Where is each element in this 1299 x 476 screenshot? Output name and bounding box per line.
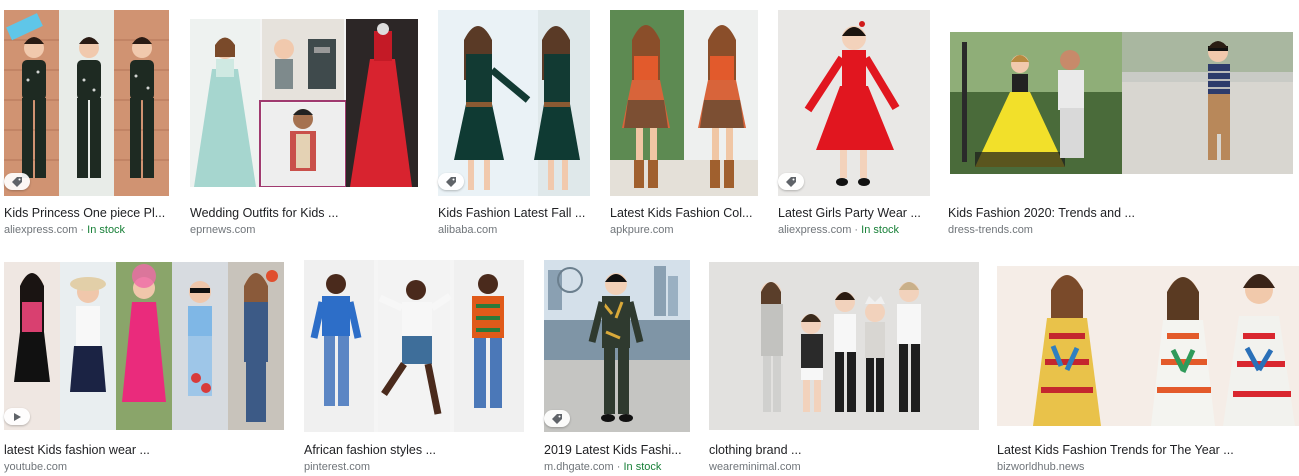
- play-icon: [14, 412, 21, 421]
- result-card[interactable]: Wedding Outfits for Kids ... eprnews.com: [186, 0, 418, 240]
- tag-icon: [446, 176, 456, 187]
- result-thumbnail[interactable]: [4, 10, 169, 196]
- result-title[interactable]: 2019 Latest Kids Fashi...: [544, 442, 686, 458]
- result-card[interactable]: Latest Kids Fashion Trends for The Year …: [993, 250, 1299, 476]
- result-card[interactable]: Kids Princess One piece Pl... aliexpress…: [0, 0, 170, 240]
- result-title[interactable]: Latest Kids Fashion Trends for The Year …: [997, 442, 1297, 458]
- result-title[interactable]: clothing brand ...: [709, 442, 977, 458]
- result-card[interactable]: Kids Fashion Latest Fall ... alibaba.com: [434, 0, 590, 240]
- result-card[interactable]: latest Kids fashion wear ... youtube.com: [0, 250, 290, 476]
- result-thumbnail[interactable]: [304, 260, 524, 432]
- result-thumbnail[interactable]: [190, 19, 418, 187]
- price-tag-badge: [778, 173, 804, 190]
- source-domain: pinterest.com: [304, 461, 371, 473]
- result-thumbnail[interactable]: [997, 266, 1299, 426]
- result-source: dress-trends.com: [948, 223, 1033, 237]
- result-title[interactable]: Wedding Outfits for Kids ...: [190, 205, 418, 221]
- source-domain: apkpure.com: [610, 224, 674, 236]
- result-thumbnail[interactable]: [544, 260, 690, 432]
- result-source: alibaba.com: [438, 223, 497, 237]
- source-domain: aliexpress.com: [4, 224, 78, 236]
- result-thumbnail[interactable]: [709, 262, 979, 430]
- video-badge: [4, 408, 30, 425]
- result-source: eprnews.com: [190, 223, 255, 237]
- result-card[interactable]: clothing brand ... weareminimal.com: [705, 250, 983, 476]
- source-domain: aliexpress.com: [778, 224, 852, 236]
- tag-icon: [786, 176, 796, 187]
- result-source: youtube.com: [4, 460, 67, 474]
- stock-status: In stock: [87, 224, 126, 236]
- result-title[interactable]: Latest Kids Fashion Col...: [610, 205, 756, 221]
- stock-status: In stock: [861, 224, 900, 236]
- price-tag-badge: [438, 173, 464, 190]
- source-domain: eprnews.com: [190, 224, 256, 236]
- result-source: weareminimal.com: [709, 460, 801, 474]
- result-source: pinterest.com: [304, 460, 370, 474]
- stock-status: In stock: [623, 461, 662, 473]
- source-domain: m.dhgate.com: [544, 461, 614, 473]
- result-card[interactable]: Latest Girls Party Wear ... aliexpress.c…: [774, 0, 930, 240]
- tag-icon: [12, 176, 22, 187]
- result-card[interactable]: Kids Fashion 2020: Trends and ... dress-…: [944, 0, 1299, 240]
- source-domain: alibaba.com: [438, 224, 498, 236]
- result-thumbnail[interactable]: [610, 10, 758, 196]
- result-source: m.dhgate.com · In stock: [544, 460, 661, 474]
- result-title[interactable]: African fashion styles ...: [304, 442, 524, 458]
- price-tag-badge: [4, 173, 30, 190]
- result-source: aliexpress.com · In stock: [778, 223, 899, 237]
- source-domain: youtube.com: [4, 461, 67, 473]
- result-title[interactable]: Kids Princess One piece Pl...: [4, 205, 169, 221]
- source-domain: dress-trends.com: [948, 224, 1033, 236]
- result-source: bizworldhub.news: [997, 460, 1084, 474]
- result-thumbnail[interactable]: [950, 32, 1293, 174]
- source-domain: weareminimal.com: [709, 461, 801, 473]
- separator: ·: [616, 461, 624, 473]
- tag-icon: [552, 413, 562, 424]
- result-thumbnail[interactable]: [4, 262, 284, 430]
- price-tag-badge: [544, 410, 570, 427]
- result-thumbnail[interactable]: [438, 10, 590, 196]
- source-domain: bizworldhub.news: [997, 461, 1085, 473]
- result-card[interactable]: 2019 Latest Kids Fashi... m.dhgate.com ·…: [540, 250, 690, 476]
- result-source: aliexpress.com · In stock: [4, 223, 125, 237]
- result-title[interactable]: Kids Fashion Latest Fall ...: [438, 205, 588, 221]
- result-card[interactable]: African fashion styles ... pinterest.com: [300, 250, 530, 476]
- result-card[interactable]: Latest Kids Fashion Col... apkpure.com: [606, 0, 758, 240]
- result-thumbnail[interactable]: [778, 10, 930, 196]
- result-title[interactable]: Kids Fashion 2020: Trends and ...: [948, 205, 1288, 221]
- result-title[interactable]: Latest Girls Party Wear ...: [778, 205, 928, 221]
- result-title[interactable]: latest Kids fashion wear ...: [4, 442, 284, 458]
- result-source: apkpure.com: [610, 223, 674, 237]
